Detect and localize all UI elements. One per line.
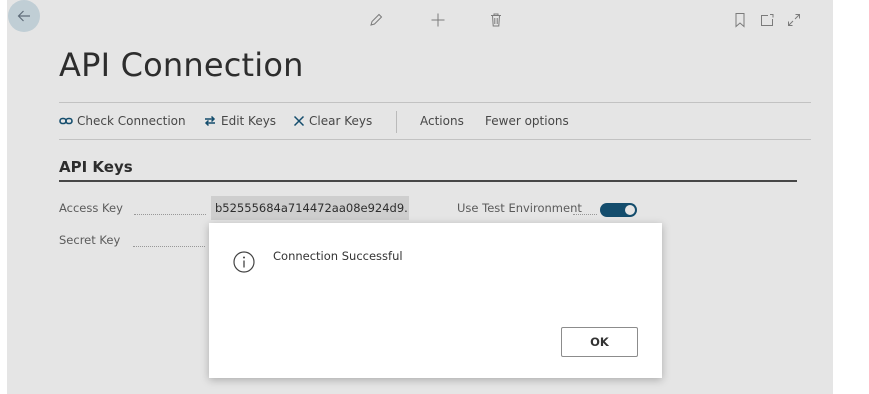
info-icon [233, 251, 255, 273]
message-dialog: Connection Successful OK [209, 223, 662, 378]
right-margin [833, 0, 869, 394]
page: API Connection Check Connection Edit Key… [0, 0, 869, 394]
dialog-message: Connection Successful [273, 249, 403, 263]
ok-button[interactable]: OK [561, 327, 638, 357]
